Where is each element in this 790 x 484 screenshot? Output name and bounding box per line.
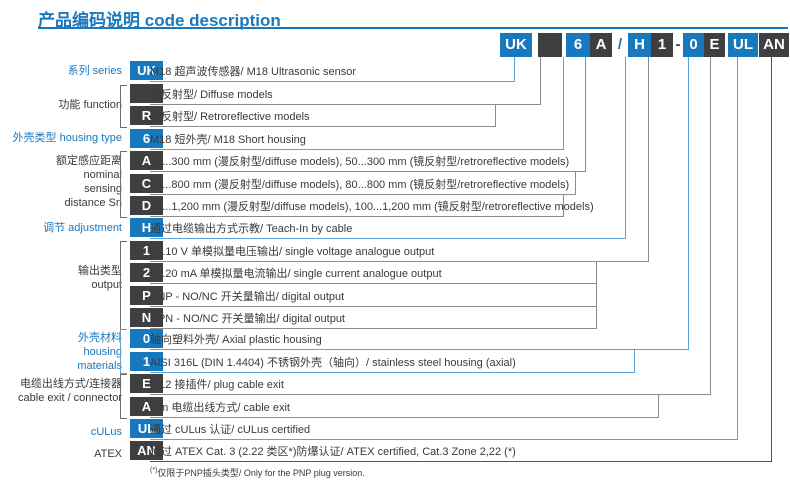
connector-vline <box>596 283 597 306</box>
connector-vline <box>688 57 689 349</box>
label-sensing-distance-line2: nominal <box>0 168 122 182</box>
connector-hline <box>150 149 564 150</box>
bracket-function <box>120 85 127 128</box>
label-cable-exit-line2: cable exit / connector <box>0 391 122 405</box>
connector-vline <box>514 57 515 81</box>
option-desc-uk: M18 超声波传感器/ M18 Ultrasonic sensor <box>150 65 356 80</box>
connector-vline <box>495 104 496 126</box>
footnote: (*)仅限于PNP插头类型/ Only for the PNP plug ver… <box>150 466 365 479</box>
option-desc-teach-in: 通过电缆输出方式示教/ Teach-In by cable <box>150 222 352 237</box>
strip-box-6: 6 <box>566 33 590 57</box>
option-desc-short-housing: M18 短外壳/ M18 Short housing <box>150 133 306 148</box>
connector-hline <box>150 104 541 105</box>
connector-hline <box>150 126 496 127</box>
bracket-sensing-distance <box>120 151 127 218</box>
option-desc-diffuse: 漫反射型/ Diffuse models <box>150 88 273 103</box>
connector-hline <box>150 216 564 217</box>
strip-box-ul: UL <box>728 33 758 57</box>
strip-slash: / <box>612 33 628 57</box>
label-housing-materials: 外壳材料 housing materials <box>0 331 122 373</box>
connector-hline <box>150 349 689 350</box>
connector-vline <box>596 306 597 328</box>
strip-box-h: H <box>628 33 651 57</box>
connector-hline <box>150 238 626 239</box>
connector-vline <box>575 171 576 194</box>
connector-hline <box>150 417 659 418</box>
strip-box-e: E <box>704 33 725 57</box>
connector-vline <box>634 349 635 372</box>
connector-hline <box>150 261 649 262</box>
connector-hline <box>150 283 597 284</box>
connector-hline <box>150 171 586 172</box>
label-cable-exit-line1: 电缆出线方式/连接器 <box>0 377 122 391</box>
connector-vline <box>585 57 586 171</box>
label-cable-exit: 电缆出线方式/连接器 cable exit / connector <box>0 377 122 405</box>
title-rule <box>38 27 788 29</box>
connector-vline <box>658 394 659 417</box>
option-desc-culus: 通过 cULus 认证/ cULus certified <box>150 423 310 438</box>
connector-hline <box>150 306 597 307</box>
connector-vline <box>737 57 738 439</box>
option-desc-cable-exit: 2 m 电缆出线方式/ cable exit <box>150 401 290 416</box>
option-desc-voltage-output: 0...10 V 单模拟量电压输出/ single voltage analog… <box>150 245 434 260</box>
footnote-text: 仅限于PNP插头类型/ Only for the PNP plug versio… <box>157 468 364 478</box>
label-housing-materials-line1: 外壳材料 <box>0 331 122 345</box>
label-sensing-distance-line1: 额定感应距离 <box>0 154 122 168</box>
strip-dash: - <box>673 33 683 57</box>
connector-hline <box>150 439 738 440</box>
option-desc-atex: 通过 ATEX Cat. 3 (2.22 类区*)防爆认证/ ATEX cert… <box>150 445 516 460</box>
connector-vline <box>648 57 649 261</box>
connector-hline <box>150 372 635 373</box>
option-desc-npn-output: NPN - NO/NC 开关量输出/ digital output <box>150 312 345 327</box>
label-output: 输出类型 output <box>0 264 122 292</box>
label-sensing-distance-line4: distance Sn <box>0 196 122 210</box>
connector-vline <box>771 57 772 461</box>
option-desc-retroreflective: 镜反射型/ Retroreflective models <box>150 110 310 125</box>
label-output-line2: output <box>0 278 122 292</box>
strip-box-0: 0 <box>683 33 704 57</box>
connector-vline <box>540 57 541 104</box>
connector-hline <box>150 81 515 82</box>
bracket-output <box>120 241 127 330</box>
code-description-page: 产品编码说明 code description UK 6 A / H 1 - 0… <box>0 0 790 484</box>
option-desc-pnp-output: PNP - NO/NC 开关量输出/ digital output <box>150 290 344 305</box>
connector-vline <box>710 57 711 394</box>
connector-hline <box>150 328 597 329</box>
strip-box-uk: UK <box>500 33 532 57</box>
label-culus: cULus <box>0 425 122 439</box>
label-sensing-distance-line3: sensing <box>0 182 122 196</box>
bracket-housing-materials <box>120 329 127 374</box>
strip-box-an: AN <box>759 33 789 57</box>
strip-box-a: A <box>590 33 612 57</box>
label-adjustment: 调节 adjustment <box>0 221 122 235</box>
label-housing-type: 外壳类型 housing type <box>0 131 122 145</box>
connector-hline <box>150 394 711 395</box>
bracket-cable-exit <box>120 374 127 419</box>
label-sensing-distance: 额定感应距离 nominal sensing distance Sn <box>0 154 122 210</box>
strip-box-blank <box>538 33 562 57</box>
option-desc-range-d: 80...1,200 mm (漫反射型/diffuse models), 100… <box>150 200 594 215</box>
option-desc-range-a: 40...300 mm (漫反射型/diffuse models), 50...… <box>150 155 569 170</box>
connector-hline <box>150 194 576 195</box>
option-desc-steel-housing: AISI 316L (DIN 1.4404) 不锈钢外壳（轴向）/ stainl… <box>150 356 516 371</box>
option-desc-current-output: 4...20 mA 单模拟量电流输出/ single current analo… <box>150 267 442 282</box>
label-atex: ATEX <box>0 447 122 461</box>
label-output-line1: 输出类型 <box>0 264 122 278</box>
connector-vline <box>596 261 597 283</box>
connector-vline <box>625 57 626 238</box>
option-desc-range-c: 60...800 mm (漫反射型/diffuse models), 80...… <box>150 178 569 193</box>
label-housing-materials-line3: materials <box>0 359 122 373</box>
connector-vline <box>563 194 564 216</box>
label-series: 系列 series <box>0 64 122 78</box>
label-housing-materials-line2: housing <box>0 345 122 359</box>
connector-hline <box>150 461 772 462</box>
option-desc-plug-exit: M12 接插件/ plug cable exit <box>150 378 284 393</box>
option-desc-plastic-housing: 轴向塑料外壳/ Axial plastic housing <box>150 333 322 348</box>
label-function: 功能 function <box>0 98 122 112</box>
connector-vline <box>563 57 564 149</box>
strip-box-1: 1 <box>651 33 673 57</box>
